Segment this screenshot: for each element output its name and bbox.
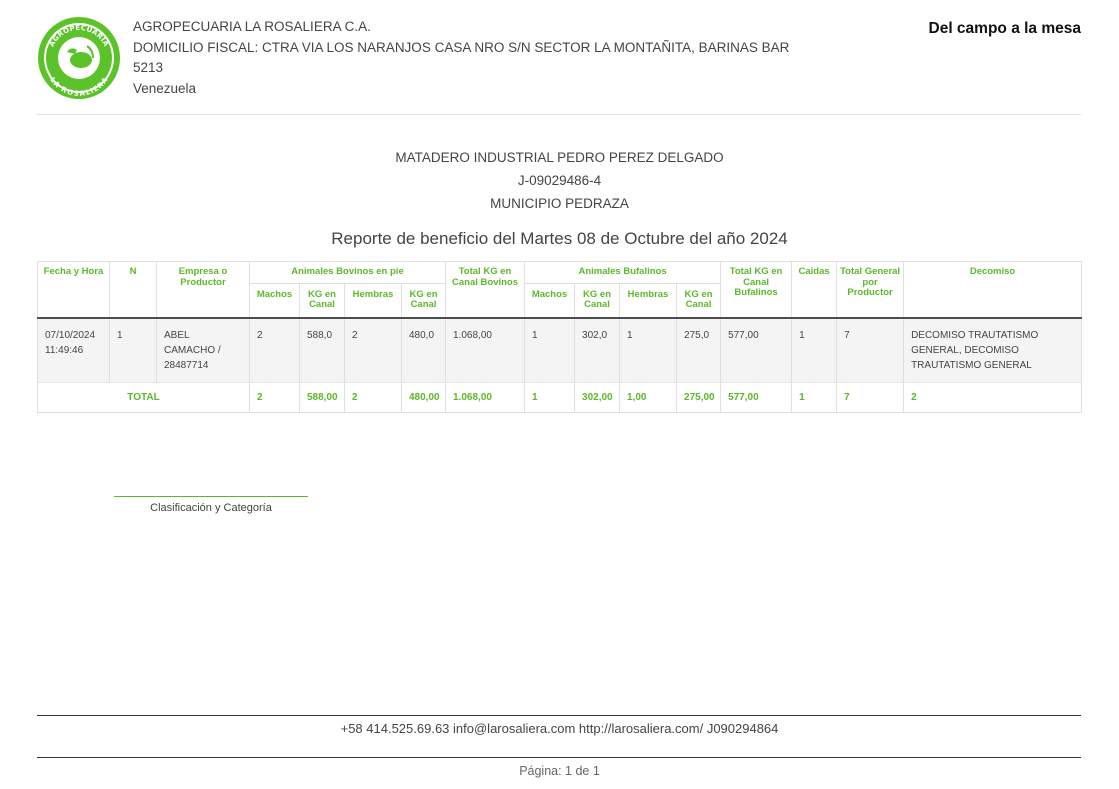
total-bov-hembras-kg: 480,00	[400, 382, 446, 413]
total-buf-machos-kg: 302,00	[574, 382, 620, 413]
cell-fecha: 07/10/2024 11:49:46	[37, 317, 110, 383]
total-caidas: 1	[791, 382, 837, 413]
total-buf-machos: 1	[524, 382, 575, 413]
cell-decomiso: DECOMISO TRAUTATISMO GENERAL, DECOMISO T…	[903, 317, 1082, 383]
header-fecha: Fecha y Hora	[37, 261, 110, 318]
header-total-kg-bovinos: Total KG en Canal Bovinos	[445, 261, 525, 318]
header-bufalinos-group: Animales Bufalinos	[524, 261, 721, 283]
total-bov-hembras: 2	[344, 382, 402, 413]
cell-total-kg-bovinos: 1.068,00	[445, 317, 525, 383]
header-total-kg-bufalinos: Total KG en Canal Bufalinos	[720, 261, 792, 318]
cell-empresa: ABEL CAMACHO / 28487714	[156, 317, 250, 383]
table-total-row: TOTAL 2 588,00 2 480,00 1.068,00 1 302,0…	[37, 382, 1082, 413]
total-kg-bufalinos: 577,00	[720, 382, 792, 413]
header-bov-hembras-kg: KG en Canal	[400, 282, 446, 318]
header-bovinos-group: Animales Bovinos en pie	[248, 261, 446, 283]
total-label: TOTAL	[37, 382, 250, 413]
cell-buf-machos: 1	[524, 317, 575, 383]
cell-buf-machos-kg: 302,0	[574, 317, 620, 383]
footer-contact: +58 414.525.69.63 info@larosaliera.com h…	[340, 721, 779, 736]
footer-divider-bottom	[37, 757, 1081, 758]
signature-label: Clasificación y Categoría	[150, 502, 272, 514]
header-decomiso: Decomiso	[903, 261, 1082, 318]
header-total-general: Total General por Productor	[836, 261, 904, 318]
client-info: MATADERO INDUSTRIAL PEDRO PEREZ DELGADO …	[0, 146, 1119, 215]
total-buf-hembras-kg: 275,00	[676, 382, 721, 413]
report-table: Fecha y Hora N Empresa o Productor Anima…	[37, 261, 1082, 413]
header-buf-machos: Machos	[524, 282, 575, 318]
footer-divider-top	[37, 715, 1081, 716]
company-info: AGROPECUARIA LA ROSALIERA C.A. DOMICILIO…	[133, 17, 789, 99]
cell-total-general: 7	[836, 317, 904, 383]
header-buf-machos-kg: KG en Canal	[574, 282, 620, 318]
total-bov-machos-kg: 588,00	[299, 382, 345, 413]
client-municipality: MUNICIPIO PEDRAZA	[490, 196, 629, 211]
cow-seal-logo-icon: AGROPECUARIA LA ROSALIERA	[38, 17, 120, 99]
client-name: MATADERO INDUSTRIAL PEDRO PEREZ DELGADO	[395, 150, 724, 165]
header-bov-hembras: Hembras	[344, 282, 402, 318]
total-general: 7	[836, 382, 904, 413]
total-buf-hembras: 1,00	[619, 382, 677, 413]
page-number: Página: 1 de 1	[519, 764, 600, 778]
total-decomiso: 2	[903, 382, 1082, 413]
header-empresa: Empresa o Productor	[156, 261, 250, 318]
cell-bov-machos: 2	[249, 317, 300, 383]
cell-bov-machos-kg: 588,0	[299, 317, 345, 383]
header-bov-machos-kg: KG en Canal	[299, 282, 345, 318]
total-bov-machos: 2	[249, 382, 300, 413]
header-n: N	[109, 261, 157, 318]
client-rif: J-09029486-4	[517, 173, 602, 188]
cell-total-kg-bufalinos: 577,00	[720, 317, 792, 383]
header-caidas: Caidas	[791, 261, 837, 318]
cell-bov-hembras-kg: 480,0	[400, 317, 446, 383]
cell-buf-hembras: 1	[619, 317, 677, 383]
header-buf-hembras-kg: KG en Canal	[676, 282, 721, 318]
header-buf-hembras: Hembras	[619, 282, 677, 318]
cell-caidas: 1	[791, 317, 837, 383]
report-title: Reporte de beneficio del Martes 08 de Oc…	[331, 229, 788, 248]
company-country: Venezuela	[133, 80, 197, 96]
signature-line	[114, 496, 308, 497]
table-row: 07/10/2024 11:49:46 1 ABEL CAMACHO / 284…	[37, 317, 1082, 383]
company-address: DOMICILIO FISCAL: CTRA VIA LOS NARANJOS …	[133, 39, 790, 55]
cell-n: 1	[109, 317, 157, 383]
cell-bov-hembras: 2	[344, 317, 402, 383]
total-kg-bovinos: 1.068,00	[445, 382, 525, 413]
cell-buf-hembras-kg: 275,0	[676, 317, 721, 383]
company-postal-code: 5213	[133, 60, 164, 75]
company-name: AGROPECUARIA LA ROSALIERA C.A.	[133, 19, 371, 34]
header-bov-machos: Machos	[249, 282, 300, 318]
document-header: AGROPECUARIA LA ROSALIERA AGROPECUARIA L…	[37, 8, 1081, 115]
company-slogan: Del campo a la mesa	[928, 20, 1082, 37]
